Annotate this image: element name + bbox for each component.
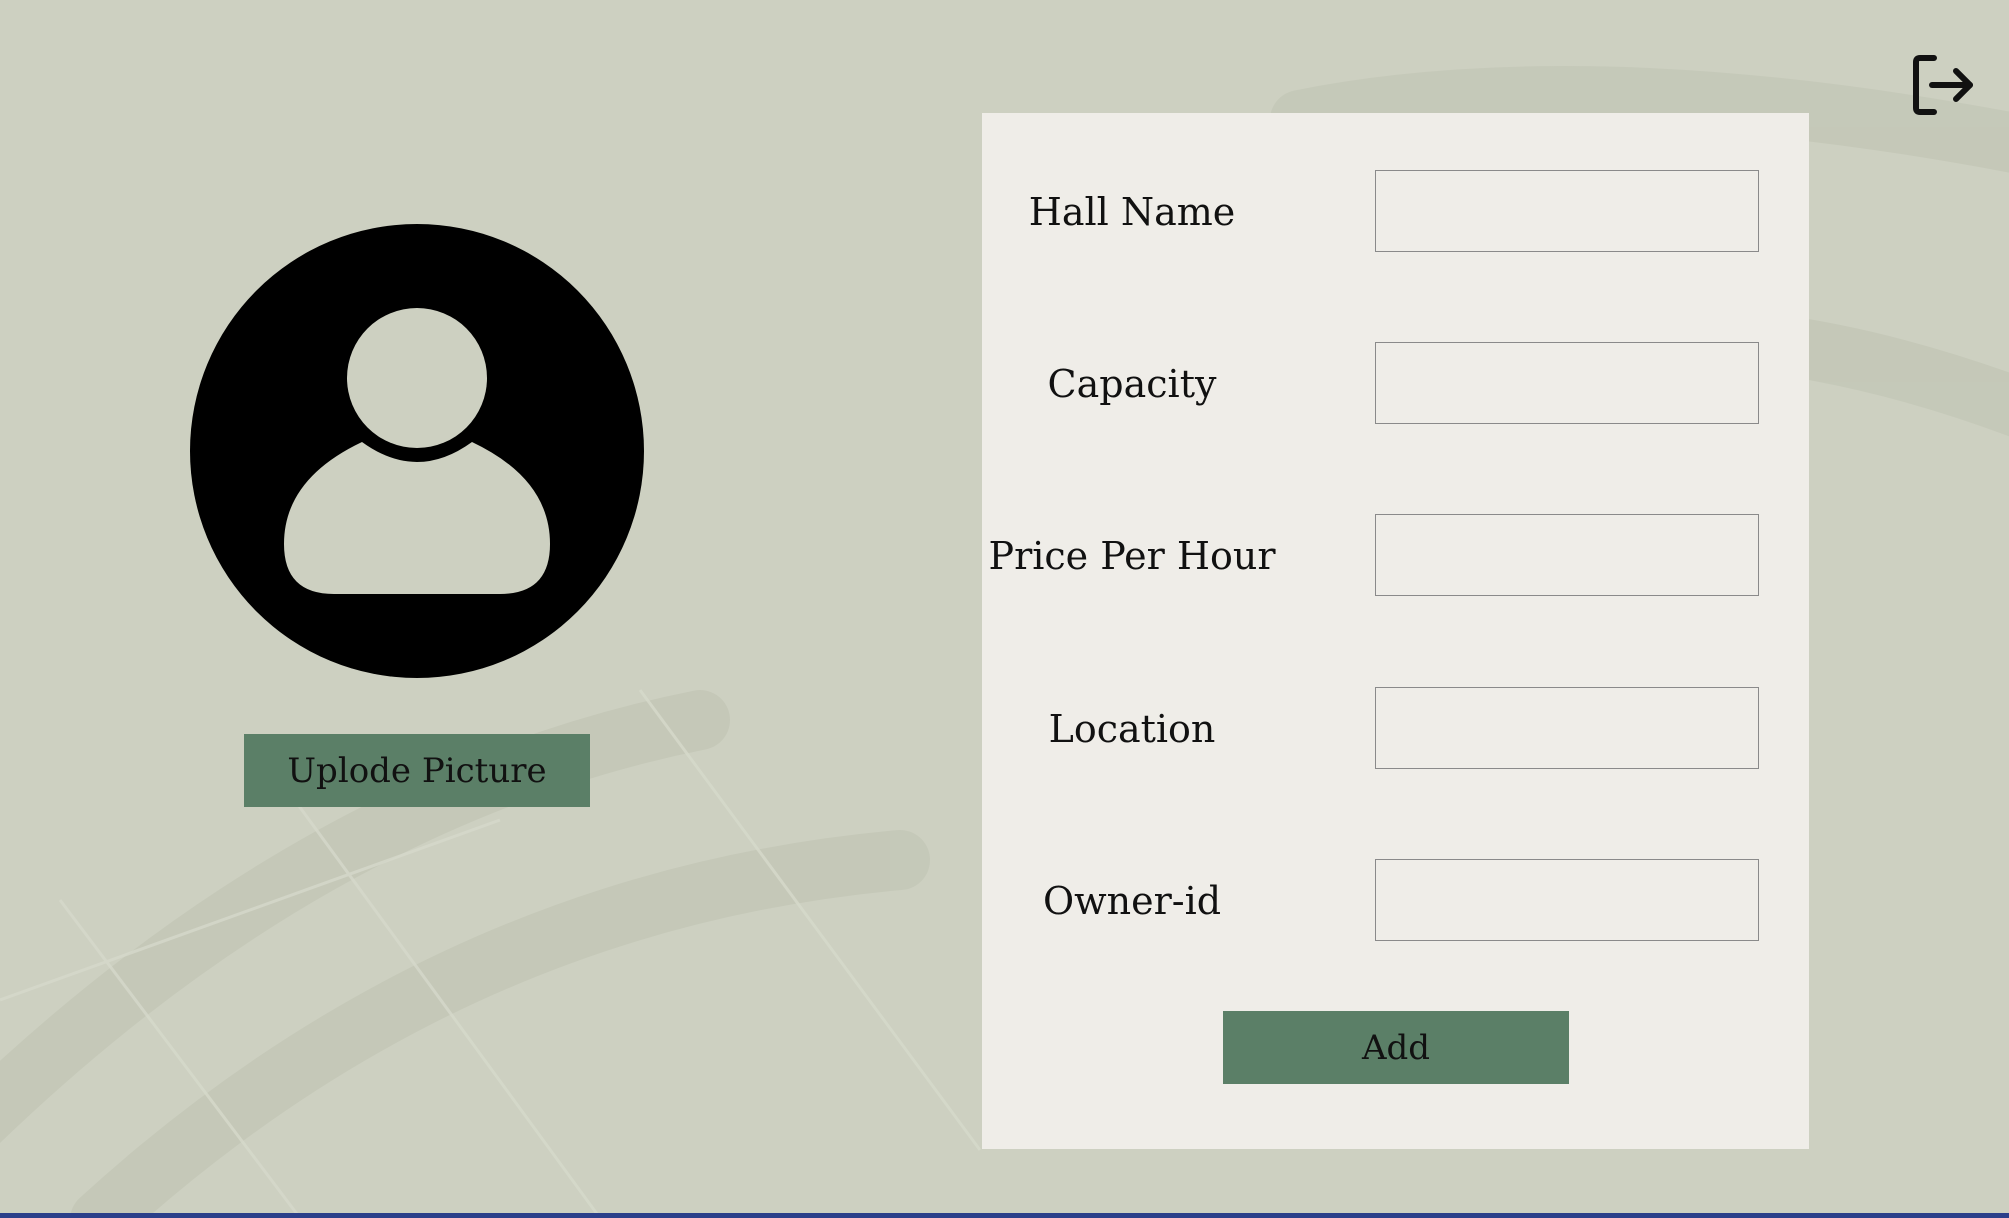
user-avatar-icon [190, 224, 644, 678]
hall-name-input[interactable] [1375, 170, 1759, 252]
location-label: Location [1048, 707, 1216, 751]
hall-name-label: Hall Name [1028, 190, 1236, 234]
logout-icon [1913, 55, 1973, 115]
price-per-hour-input[interactable] [1375, 514, 1759, 596]
owner-id-label: Owner-id [1042, 879, 1222, 923]
add-button[interactable]: Add [1223, 1011, 1569, 1084]
price-per-hour-label: Price Per Hour [988, 534, 1276, 578]
hall-form: Hall Name Capacity Price Per Hour Locati… [982, 113, 1809, 1149]
logout-button[interactable] [1910, 52, 1976, 118]
capacity-input[interactable] [1375, 342, 1759, 424]
location-input[interactable] [1375, 687, 1759, 769]
capacity-label: Capacity [1047, 362, 1217, 406]
profile-avatar [190, 224, 644, 678]
upload-picture-button[interactable]: Uplode Picture [244, 734, 590, 807]
owner-id-input[interactable] [1375, 859, 1759, 941]
bottom-bar [0, 1213, 2009, 1218]
